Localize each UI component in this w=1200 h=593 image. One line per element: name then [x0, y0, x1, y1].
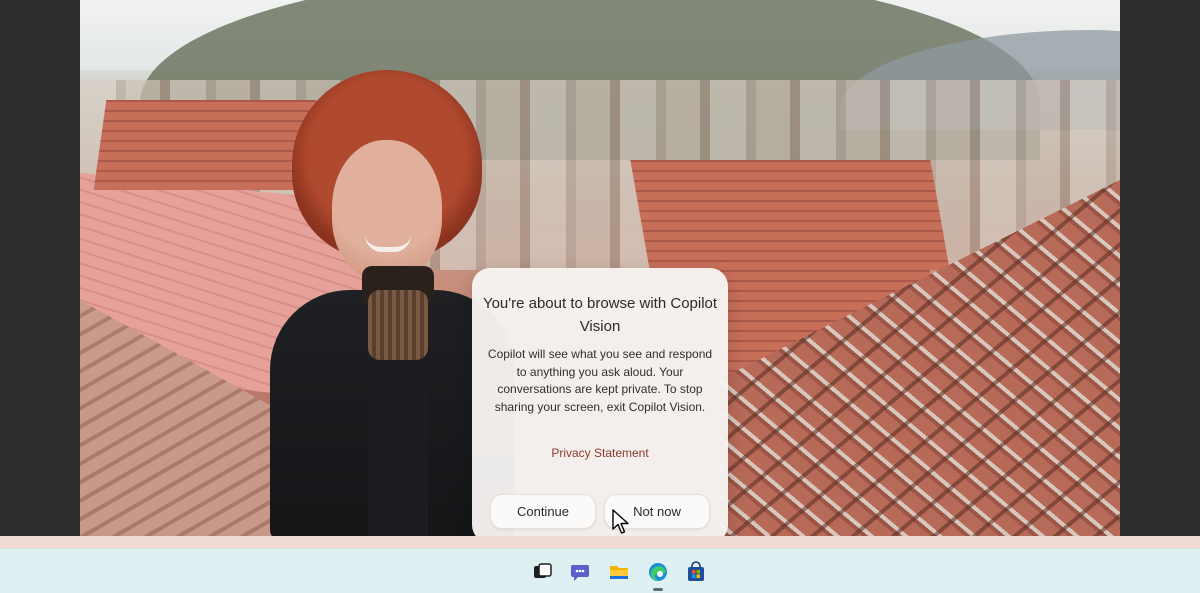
dialog-title: You're about to browse with Copilot Visi…	[482, 295, 718, 335]
desktop: You're about to browse with Copilot Visi…	[0, 0, 1200, 593]
copilot-vision-dialog: You're about to browse with Copilot Visi…	[472, 268, 728, 543]
window-border-right	[1120, 0, 1200, 536]
continue-button[interactable]: Continue	[490, 494, 596, 529]
window-border-left	[0, 0, 80, 536]
privacy-statement-link[interactable]: Privacy Statement	[472, 446, 728, 460]
person-face	[332, 140, 442, 280]
file-explorer-icon[interactable]	[608, 561, 630, 583]
active-app-indicator	[653, 588, 663, 591]
windows-start-icon[interactable]	[492, 561, 514, 583]
edge-browser-icon[interactable]	[647, 561, 669, 583]
task-view-icon[interactable]	[531, 561, 553, 583]
taskbar	[0, 548, 1200, 593]
microsoft-store-icon[interactable]	[685, 561, 707, 583]
photo-roof	[630, 160, 950, 270]
window-bottom-edge	[0, 536, 1200, 548]
dialog-description: Copilot will see what you see and respon…	[487, 347, 713, 414]
teams-chat-icon[interactable]	[569, 561, 591, 583]
person-sweater	[368, 290, 428, 360]
mouse-pointer-icon	[612, 509, 629, 534]
